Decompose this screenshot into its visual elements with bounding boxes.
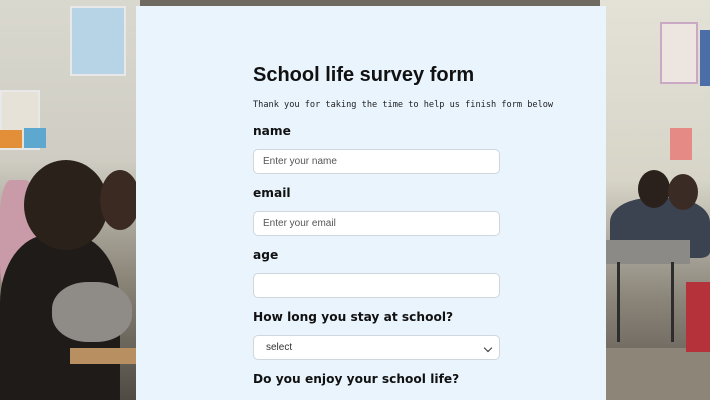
student-figure [638,170,670,208]
student-figure [52,282,132,342]
wall-poster [670,128,692,160]
wall-poster [0,130,22,148]
wall-poster [24,128,46,148]
wall-poster [700,30,710,86]
wall-poster [660,22,698,84]
enjoy-school-label: Do you enjoy your school life? [253,372,460,386]
student-figure [668,174,698,210]
desk [606,240,690,264]
survey-form-panel: School life survey form Thank you for ta… [136,6,606,400]
stay-duration-selected-value: select [266,342,293,353]
student-figure [100,170,140,230]
email-label: email [253,186,291,200]
form-description: Thank you for taking the time to help us… [253,100,554,110]
desk [70,348,140,364]
form-title: School life survey form [253,64,475,86]
age-label: age [253,248,279,262]
email-input[interactable] [253,211,500,236]
wall-poster [70,6,126,76]
chair [686,282,710,352]
name-input[interactable] [253,149,500,174]
stay-duration-label: How long you stay at school? [253,310,454,324]
desk-leg [671,262,674,342]
student-figure [24,160,108,250]
stay-duration-select[interactable]: select [253,335,500,360]
desk-leg [617,262,620,342]
name-label: name [253,124,291,138]
chevron-down-icon [483,343,493,353]
floor [600,348,710,400]
age-input[interactable] [253,273,500,298]
